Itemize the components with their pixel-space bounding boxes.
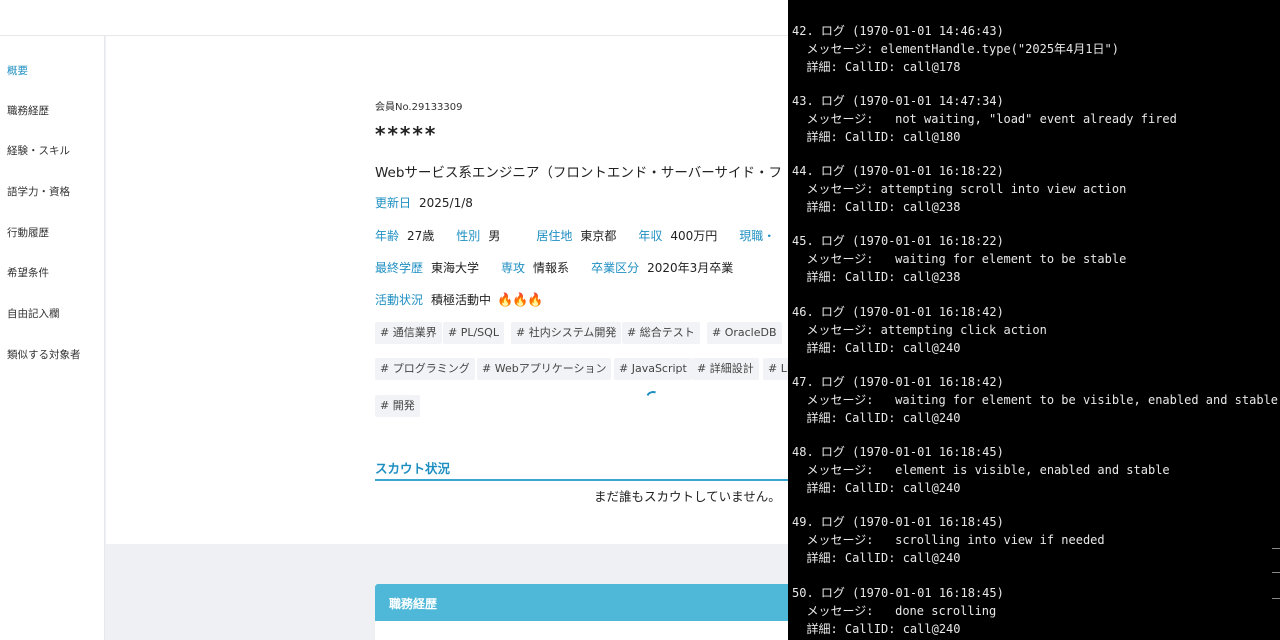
major-value: 情報系 [533,261,570,275]
nav-item-preferences[interactable]: 希望条件 [7,265,49,280]
skill-tag[interactable]: # OracleDB [707,322,782,344]
gender-label: 性別 [456,229,481,243]
side-nav: 概要 職務経歴 経験・スキル 語学力・資格 行動履歴 希望条件 自由記入欄 類似… [0,36,105,640]
major-label: 専攻 [501,261,526,275]
candidate-name: ***** [375,122,438,146]
nav-item-overview[interactable]: 概要 [7,63,28,78]
log-message: メッセージ: waiting for element to be stable [792,252,1127,266]
education-row: 最終学歴 東海大学 専攻 情報系 卒業区分 2020年3月卒業 [375,259,755,276]
scroll-edge-mark [1272,598,1280,599]
loading-spinner-icon [644,389,662,407]
log-detail: 詳細: CallID: call@240 [792,622,961,636]
age-label: 年齢 [375,229,400,243]
nav-item-free-text[interactable]: 自由記入欄 [7,306,60,321]
graduation-label: 卒業区分 [591,261,640,275]
scroll-edge-mark [1272,548,1280,549]
basic-info-row: 年齢 27歳 性別男 居住地 東京都 年収 400万円 現職・ [375,227,783,244]
log-message: メッセージ: waiting for element to be visible… [792,393,1279,407]
income-value: 400万円 [670,229,718,243]
skill-tag[interactable]: # 詳細設計 [692,358,759,380]
skill-tag[interactable]: # 総合テスト [622,322,700,344]
flame-icon: 🔥🔥🔥 [497,293,544,308]
income-label: 年収 [638,229,663,243]
skill-tag[interactable]: # 通信業界 [375,322,442,344]
log-header: 45. ログ (1970-01-01 16:18:22) [792,234,1004,248]
updated-row: 更新日 2025/1/8 [375,194,495,211]
profile-card: 会員No.29133309 ***** Webサービス系エンジニア（フロントエン… [106,36,795,544]
skill-tag[interactable]: # プログラミング [375,358,475,380]
graduation-value: 2020年3月卒業 [647,261,734,275]
education-label: 最終学歴 [375,261,424,275]
top-bar [0,0,788,36]
education-value: 東海大学 [431,261,480,275]
log-header: 50. ログ (1970-01-01 16:18:45) [792,586,1004,600]
career-heading: 職務経歴 [375,584,788,621]
log-header: 48. ログ (1970-01-01 16:18:45) [792,445,1004,459]
nav-item-activity[interactable]: 行動履歴 [7,225,49,240]
updated-value: 2025/1/8 [419,196,473,210]
activity-value: 積極活動中 [431,293,492,307]
career-section: 職務経歴 [375,584,788,640]
activity-row: 活動状況 積極活動中 🔥🔥🔥 [375,291,544,308]
log-detail: 詳細: CallID: call@240 [792,481,961,495]
job-title: Webサービス系エンジニア（フロントエンド・サーバーサイド・フ [375,165,783,181]
skill-tag[interactable]: # 開発 [375,395,420,417]
log-detail: 詳細: CallID: call@180 [792,130,961,144]
scout-status-heading: スカウト状況 [375,458,788,481]
nav-item-skills[interactable]: 経験・スキル [7,143,70,158]
log-console[interactable]: 42. ログ (1970-01-01 14:46:43) メッセージ: elem… [788,0,1280,640]
updated-label: 更新日 [375,196,412,210]
log-header: 44. ログ (1970-01-01 16:18:22) [792,164,1004,178]
log-header: 46. ログ (1970-01-01 16:18:42) [792,305,1004,319]
log-message: メッセージ: attempting click action [792,323,1047,337]
age-value: 27歳 [407,229,435,243]
scroll-edge-mark [1272,572,1280,573]
log-header: 43. ログ (1970-01-01 14:47:34) [792,94,1004,108]
log-header: 42. ログ (1970-01-01 14:46:43) [792,24,1004,38]
skill-tag[interactable]: # Webアプリケーション [477,358,612,380]
nav-item-languages[interactable]: 語学力・資格 [7,184,70,199]
log-message: メッセージ: done scrolling [792,604,997,618]
log-message: メッセージ: scrolling into view if needed [792,533,1105,547]
log-detail: 詳細: CallID: call@240 [792,551,961,565]
skill-tag[interactable]: # 社内システム開発 [511,322,622,344]
residence-label: 居住地 [536,229,573,243]
activity-label: 活動状況 [375,293,424,307]
current-job-label: 現職・ [739,229,776,243]
log-detail: 詳細: CallID: call@240 [792,341,961,355]
nav-item-career[interactable]: 職務経歴 [7,103,49,118]
log-detail: 詳細: CallID: call@238 [792,270,961,284]
gender-value: 男 [488,229,501,243]
log-message: メッセージ: element is visible, enabled and s… [792,463,1170,477]
nav-item-similar[interactable]: 類似する対象者 [7,347,81,362]
log-detail: 詳細: CallID: call@178 [792,60,961,74]
log-message: メッセージ: elementHandle.type("2025年4月1日") [792,42,1119,56]
log-message: メッセージ: attempting scroll into view actio… [792,182,1127,196]
log-header: 49. ログ (1970-01-01 16:18:45) [792,515,1004,529]
skill-tag[interactable]: # JavaScript [614,358,692,380]
log-detail: 詳細: CallID: call@240 [792,411,961,425]
residence-value: 東京都 [580,229,617,243]
skill-tag[interactable]: # PL/SQL [443,322,504,344]
log-header: 47. ログ (1970-01-01 16:18:42) [792,375,1004,389]
scout-empty-message: まだ誰もスカウトしていません。 [594,489,781,504]
member-number: 会員No.29133309 [375,102,463,113]
log-message: メッセージ: not waiting, "load" event already… [792,112,1177,126]
log-detail: 詳細: CallID: call@238 [792,200,961,214]
